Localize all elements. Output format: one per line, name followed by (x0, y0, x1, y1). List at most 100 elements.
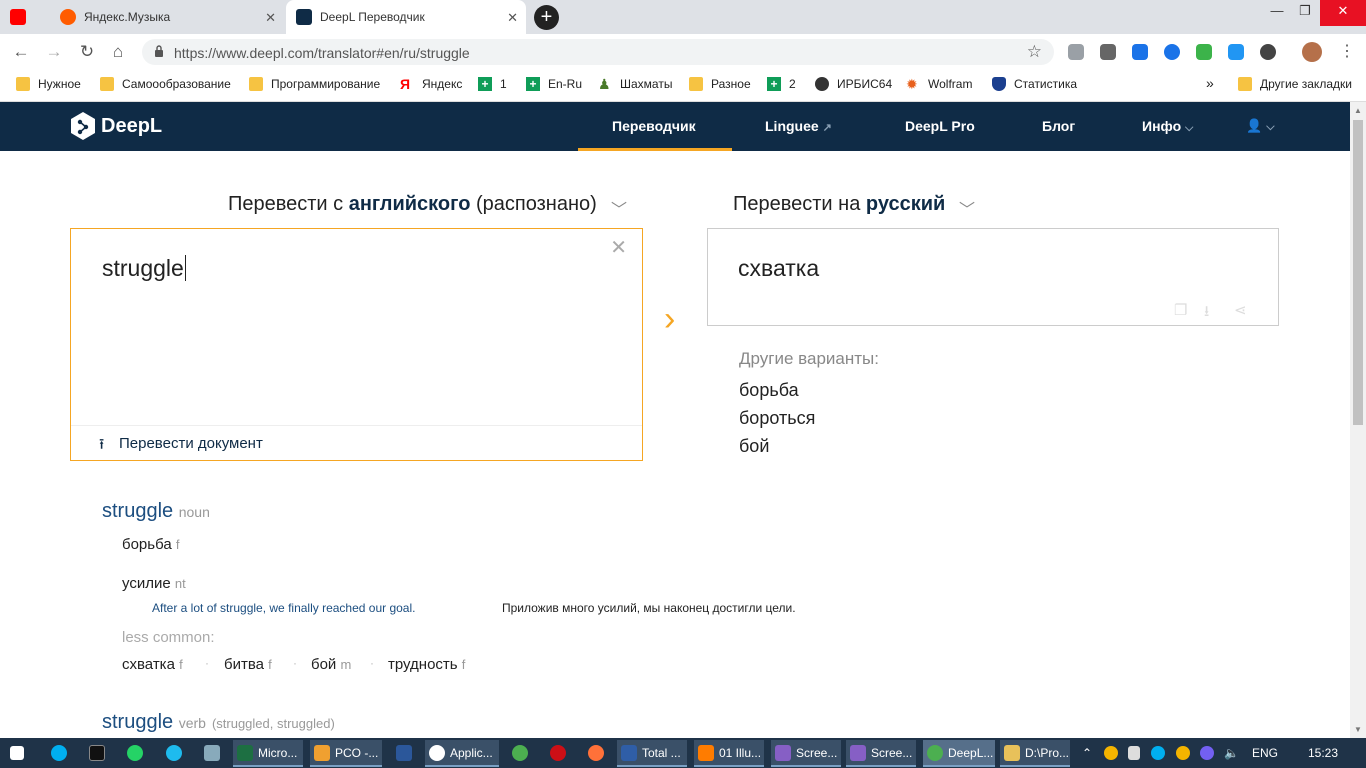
taskbar-screen-2[interactable]: Scree... (846, 740, 916, 767)
bookmark-statistics[interactable]: Статистика (992, 77, 1077, 91)
less-common-item[interactable]: трудность f (388, 656, 465, 673)
less-common-item[interactable]: битва f (224, 656, 272, 673)
target-text[interactable]: схватка (738, 255, 819, 282)
menu-icon[interactable]: ⋮ (1336, 41, 1358, 63)
bookmark-star-icon[interactable]: ☆ (1027, 42, 1042, 62)
tray-skype-icon[interactable] (1151, 746, 1165, 760)
maximize-button[interactable]: ❐ (1294, 0, 1316, 26)
share-icon[interactable]: ⋖ (1234, 301, 1252, 319)
extension-block-icon[interactable] (1260, 44, 1276, 60)
example-english[interactable]: After a lot of struggle, we finally reac… (152, 601, 415, 615)
bookmark-wolfram[interactable]: ✹ Wolfram (906, 77, 972, 91)
dict-translation[interactable]: усилие nt (122, 575, 186, 592)
windows-start-icon[interactable] (10, 746, 24, 760)
terminal-icon[interactable] (89, 745, 105, 761)
clear-text-icon[interactable]: ✕ (610, 235, 627, 260)
extension-window-icon[interactable] (1228, 44, 1244, 60)
extension-play-icon[interactable] (1164, 44, 1180, 60)
tray-device-icon[interactable] (1128, 746, 1140, 760)
extension-shield-icon[interactable] (1196, 44, 1212, 60)
nav-info[interactable]: Инфо ⌵ (1142, 118, 1193, 135)
extension-paw-icon[interactable] (1068, 44, 1084, 60)
network-icon[interactable] (204, 745, 220, 761)
dict-translation-word[interactable]: борьба (122, 536, 172, 553)
scroll-down-icon[interactable]: ▼ (1354, 725, 1362, 734)
chrome-icon[interactable] (512, 745, 528, 761)
target-language-selector[interactable]: Перевести на русский (733, 193, 945, 216)
bookmarks-more-button[interactable]: » (1206, 75, 1214, 91)
deepl-logo-text[interactable]: DeepL (101, 115, 162, 138)
taskbar-illustrator[interactable]: 01 Illu... (694, 740, 764, 767)
bookmark-2[interactable]: +2 (767, 77, 796, 91)
bookmark-irbis64[interactable]: ИРБИС64 (815, 77, 892, 91)
volume-icon[interactable]: 🔈 (1224, 746, 1239, 760)
taskbar-pco[interactable]: PCO -... (310, 740, 382, 767)
taskbar-total-commander[interactable]: Total ... (617, 740, 687, 767)
taskbar-deepl[interactable]: DeepL... (923, 740, 995, 767)
opera-icon[interactable] (550, 745, 566, 761)
taskbar-screen-1[interactable]: Scree... (771, 740, 841, 767)
internet-explorer-icon[interactable] (166, 745, 182, 761)
less-common-item[interactable]: схватка f (122, 656, 183, 673)
deepl-logo-icon[interactable] (70, 111, 96, 141)
dict-word[interactable]: struggle (102, 500, 173, 522)
bookmark-en-ru[interactable]: + En-Ru (526, 77, 582, 91)
word-icon[interactable] (396, 745, 412, 761)
source-text[interactable]: struggle (102, 255, 186, 282)
dict-word[interactable]: struggle (102, 711, 173, 733)
tray-app-icon[interactable] (1104, 746, 1118, 760)
bookmark-nuzhnoe[interactable]: Нужное (16, 77, 81, 91)
nav-blog[interactable]: Блог (1042, 118, 1075, 134)
scroll-up-icon[interactable]: ▲ (1354, 106, 1362, 115)
page-scrollbar[interactable]: ▲ ▼ (1350, 102, 1366, 738)
dictionary-entry-noun[interactable]: struggle noun (102, 500, 210, 523)
bookmark-self-education[interactable]: Самоообразование (100, 77, 231, 91)
tab-deepl[interactable]: DeepL Переводчик ✕ (286, 0, 526, 34)
other-bookmarks[interactable]: Другие закладки (1238, 77, 1352, 91)
bookmark-chess[interactable]: ♟ Шахматы (598, 77, 672, 91)
chevron-down-icon[interactable]: ﹀ (959, 196, 975, 220)
close-window-button[interactable]: ✕ (1320, 0, 1366, 26)
tray-viber-icon[interactable] (1200, 746, 1214, 760)
source-language-selector[interactable]: Перевести с английского (распознано) (228, 193, 597, 216)
alternative-item[interactable]: борьба (739, 380, 799, 401)
profile-avatar[interactable] (1302, 42, 1322, 62)
close-tab-icon[interactable]: ✕ (507, 10, 518, 26)
back-button[interactable]: ← (10, 41, 32, 63)
user-account-icon[interactable]: 👤 ⌵ (1246, 118, 1275, 134)
source-text-area[interactable]: struggle ✕ ⭱ Перевести документ (70, 228, 643, 461)
tab-youtube[interactable] (0, 0, 46, 34)
whatsapp-icon[interactable] (127, 745, 143, 761)
chevron-down-icon[interactable]: ﹀ (611, 196, 627, 220)
taskbar-yandex-browser[interactable]: Applic... (425, 740, 499, 767)
translate-document-button[interactable]: ⭱ Перевести документ (71, 425, 642, 460)
nav-translator[interactable]: Переводчик (612, 118, 696, 134)
nav-linguee[interactable]: Linguee ↗ (765, 118, 832, 134)
scrollbar-thumb[interactable] (1353, 120, 1363, 425)
dict-translation[interactable]: борьба f (122, 536, 179, 553)
bookmark-programming[interactable]: Программирование (249, 77, 380, 91)
forward-button[interactable]: → (43, 41, 65, 63)
firefox-icon[interactable] (588, 745, 604, 761)
target-text-area[interactable]: схватка ❐ ⭳ ⋖ (707, 228, 1279, 326)
alternative-item[interactable]: бороться (739, 408, 815, 429)
language-indicator[interactable]: ENG (1252, 746, 1278, 760)
nav-deepl-pro[interactable]: DeepL Pro (905, 118, 975, 134)
reload-button[interactable]: ↻ (76, 41, 98, 63)
tray-expand-icon[interactable]: ⌃ (1082, 746, 1092, 760)
download-icon[interactable]: ⭳ (1204, 301, 1222, 320)
copy-icon[interactable]: ❐ (1174, 301, 1192, 319)
dictionary-entry-verb[interactable]: struggle verb (struggled, struggled) (102, 711, 335, 734)
close-tab-icon[interactable]: ✕ (265, 10, 276, 26)
bookmark-1[interactable]: +1 (478, 77, 507, 91)
new-tab-button[interactable]: + (534, 5, 559, 30)
minimize-button[interactable]: — (1266, 0, 1288, 26)
bookmark-yandex[interactable]: Я Яндекс (400, 77, 462, 91)
clock[interactable]: 15:23 (1308, 746, 1338, 760)
tray-yandex-icon[interactable] (1176, 746, 1190, 760)
less-common-item[interactable]: бой m (311, 656, 351, 673)
home-button[interactable]: ⌂ (107, 41, 129, 63)
dict-translation-word[interactable]: усилие (122, 575, 171, 592)
address-bar[interactable]: https://www.deepl.com/translator#en/ru/s… (142, 39, 1054, 65)
extension-vpn-off-icon[interactable] (1132, 44, 1148, 60)
